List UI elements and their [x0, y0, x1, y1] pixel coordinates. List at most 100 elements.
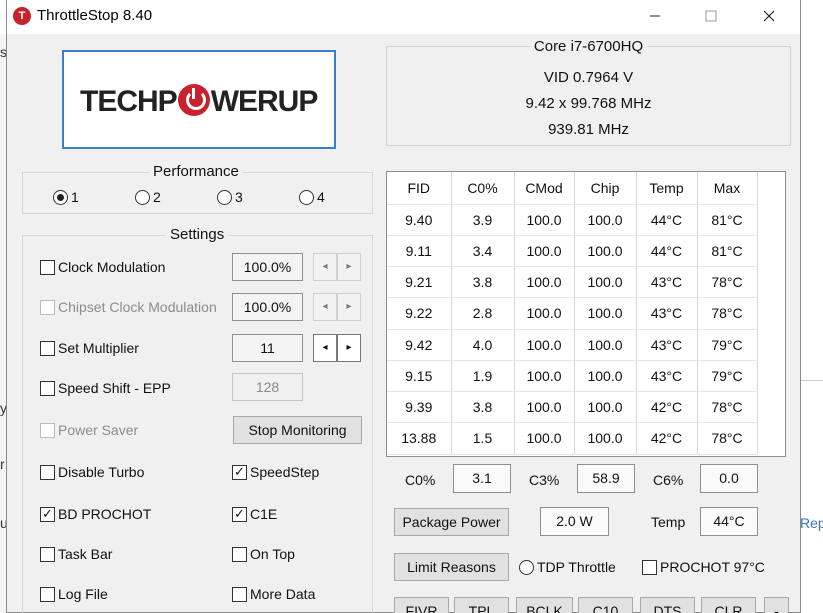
- speed-shift-checkbox[interactable]: Speed Shift - EPP: [40, 380, 171, 396]
- package-power-button[interactable]: Package Power: [394, 508, 509, 536]
- c10-button[interactable]: C10: [578, 597, 633, 613]
- table-cell: 100.0: [514, 329, 575, 361]
- radio-icon: [519, 559, 534, 575]
- checkmark-icon: ✓: [40, 506, 55, 522]
- chipset-clock-modulation-value[interactable]: 100.0%: [232, 293, 303, 321]
- stop-monitoring-button[interactable]: Stop Monitoring: [233, 416, 362, 444]
- arrow-right-icon: ▸: [337, 293, 361, 321]
- on-top-checkbox[interactable]: On Top: [232, 546, 295, 562]
- cpu-info-panel: Core i7-6700HQ VID 0.7964 V 9.42 x 99.76…: [386, 38, 791, 146]
- table-cell: 4.0: [451, 329, 515, 361]
- table-cell: 79°C: [697, 329, 758, 361]
- chipset-clock-modulation-spinner[interactable]: ◂ ▸: [313, 293, 361, 321]
- table-cell: 100.0: [574, 422, 637, 455]
- performance-radio-3[interactable]: 3: [217, 189, 243, 205]
- clr-button[interactable]: CLR: [701, 597, 756, 613]
- table-header-cell: FID: [387, 172, 452, 205]
- minimize-icon: [650, 15, 660, 17]
- c1e-checkbox[interactable]: ✓ C1E: [232, 506, 277, 522]
- performance-radio-1[interactable]: 1: [53, 189, 79, 205]
- core-data-table: FID C0% CMod Chip Temp Max 9.40 3.9 100.0 100.0 4…: [386, 171, 786, 457]
- limit-reasons-button[interactable]: Limit Reasons: [394, 553, 509, 581]
- table-cell: 3.8: [451, 391, 515, 424]
- more-data-checkbox[interactable]: More Data: [232, 586, 315, 602]
- package-power-value: 2.0 W: [540, 507, 609, 536]
- power-saver-checkbox[interactable]: Power Saver: [40, 422, 138, 438]
- close-icon: [763, 10, 775, 22]
- table-cell: 44°C: [636, 235, 698, 268]
- table-header-cell: CMod: [514, 172, 575, 205]
- clock-modulation-value[interactable]: 100.0%: [232, 253, 303, 281]
- table-row: 9.21 3.8 100.0 100.0 43°C 78°C: [387, 266, 758, 299]
- performance-radio-4[interactable]: 4: [299, 189, 325, 205]
- performance-group: Performance 1 2 3 4: [22, 163, 373, 214]
- table-cell: 9.21: [387, 266, 452, 299]
- c3-label: C3%: [529, 472, 560, 488]
- title-bar[interactable]: T ThrottleStop 8.40: [7, 0, 800, 34]
- power-icon: [177, 84, 210, 116]
- table-header-cell: C0%: [451, 172, 515, 205]
- temp-label: Temp: [651, 514, 686, 530]
- table-cell: 9.42: [387, 329, 452, 361]
- chipset-clock-modulation-checkbox[interactable]: Chipset Clock Modulation: [40, 299, 217, 315]
- background-link[interactable]: Rep: [800, 515, 823, 531]
- c6-value: 0.0: [700, 464, 758, 493]
- bd-prochot-checkbox[interactable]: ✓ BD PROCHOT: [40, 506, 151, 522]
- disable-turbo-checkbox[interactable]: Disable Turbo: [40, 464, 144, 480]
- checkbox-icon: [40, 546, 55, 562]
- table-row: 9.15 1.9 100.0 100.0 43°C 79°C: [387, 360, 758, 393]
- package-temp-value: 44°C: [700, 507, 758, 536]
- dts-button[interactable]: DTS: [640, 597, 695, 613]
- table-cell: 100.0: [514, 391, 575, 424]
- arrow-right-icon: ▸: [337, 253, 361, 281]
- table-cell: 44°C: [636, 204, 698, 236]
- set-multiplier-spinner[interactable]: ◂ ▸: [313, 334, 361, 362]
- table-cell: 3.4: [451, 235, 515, 268]
- c3-value: 58.9: [577, 464, 635, 493]
- clock-modulation-spinner[interactable]: ◂ ▸: [313, 253, 361, 281]
- table-cell: 42°C: [636, 422, 698, 455]
- table-cell: 79°C: [697, 360, 758, 393]
- tpl-button[interactable]: TPL: [454, 597, 509, 613]
- table-cell: 43°C: [636, 266, 698, 299]
- prochot-checkbox[interactable]: PROCHOT 97°C: [642, 559, 765, 575]
- close-button[interactable]: [746, 0, 792, 32]
- checkbox-icon: [40, 380, 55, 396]
- cpu-multiplier: 9.42 x 99.768 MHz: [525, 95, 652, 112]
- table-header-cell: Chip: [574, 172, 637, 205]
- performance-radio-2[interactable]: 2: [135, 189, 161, 205]
- maximize-button[interactable]: [688, 0, 734, 32]
- task-bar-checkbox[interactable]: Task Bar: [40, 546, 112, 562]
- table-cell: 9.11: [387, 235, 452, 268]
- table-cell: 9.39: [387, 391, 452, 424]
- collapse-button[interactable]: -: [764, 597, 789, 613]
- maximize-icon: [705, 10, 717, 22]
- table-row: 9.42 4.0 100.0 100.0 43°C 79°C: [387, 329, 758, 361]
- table-row: 13.88 1.5 100.0 100.0 42°C 78°C: [387, 422, 758, 455]
- table-cell: 100.0: [514, 422, 575, 455]
- bclk-button[interactable]: BCLK: [516, 597, 573, 613]
- techpowerup-logo-button[interactable]: TECHP WERUP: [62, 50, 336, 149]
- radio-selected-icon: [53, 189, 68, 205]
- table-cell: 2.8: [451, 297, 515, 330]
- clock-modulation-checkbox[interactable]: Clock Modulation: [40, 259, 165, 275]
- table-cell: 100.0: [514, 204, 575, 236]
- speedstep-checkbox[interactable]: ✓ SpeedStep: [232, 464, 319, 480]
- fivr-button[interactable]: FIVR: [394, 597, 449, 613]
- set-multiplier-checkbox[interactable]: Set Multiplier: [40, 340, 139, 356]
- minimize-button[interactable]: [632, 0, 678, 32]
- radio-icon: [135, 189, 150, 205]
- background-divider: [800, 380, 823, 381]
- table-cell: 100.0: [574, 235, 637, 268]
- checkbox-icon: [40, 299, 55, 315]
- set-multiplier-value[interactable]: 11: [232, 334, 303, 362]
- table-cell: 13.88: [387, 422, 452, 455]
- table-cell: 100.0: [514, 360, 575, 393]
- log-file-checkbox[interactable]: Log File: [40, 586, 108, 602]
- arrow-right-icon: ▸: [337, 334, 361, 362]
- arrow-left-icon: ◂: [313, 334, 337, 362]
- speed-shift-value[interactable]: 128: [232, 373, 303, 401]
- performance-title: Performance: [149, 163, 243, 180]
- settings-title: Settings: [166, 226, 229, 243]
- checkbox-icon: [40, 422, 55, 438]
